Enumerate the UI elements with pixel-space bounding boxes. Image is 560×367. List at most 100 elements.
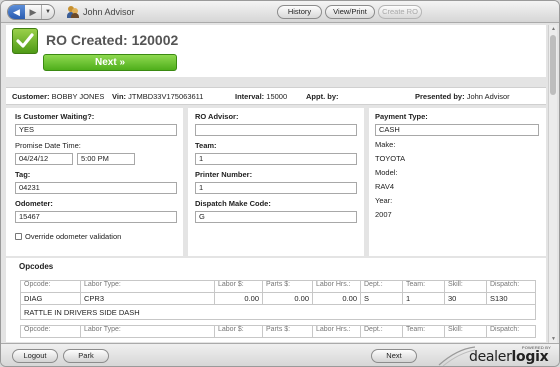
team-label: Team: <box>195 141 217 150</box>
presented-value: John Advisor <box>466 92 510 101</box>
dispatch-make-code-label: Dispatch Make Code: <box>195 199 271 208</box>
interval-value: 15000 <box>266 92 288 101</box>
dept-cell: S <box>360 292 403 305</box>
payment-type-label: Payment Type: <box>375 112 428 121</box>
history-dropdown-icon[interactable]: ▼ <box>42 5 54 19</box>
scroll-up-icon[interactable]: ▲ <box>550 26 557 32</box>
override-odometer-label: Override odometer validation <box>25 232 122 241</box>
team-cell: 1 <box>402 292 445 305</box>
team-header: Team: <box>402 280 445 293</box>
customer-info-bar: Customer: BOBBY JONES Vin: JTMBD33V17506… <box>6 87 546 105</box>
dispatch-make-code-field[interactable]: G <box>195 211 357 223</box>
opcodes-table: Opcode: Labor Type: Labor $: Parts $: La… <box>20 280 536 338</box>
parts-dollars-header: Parts $: <box>262 325 313 338</box>
dispatch-header: Dispatch: <box>486 325 536 338</box>
opcode-header: Opcode: <box>20 325 81 338</box>
customer-label: Customer: <box>12 92 50 101</box>
interval-label: Interval: <box>235 92 265 101</box>
parts-dollars-cell: 0.00 <box>262 292 313 305</box>
dispatch-cell: S130 <box>486 292 536 305</box>
middle-form-panel: RO Advisor: Team: 1 Printer Number: 1 Di… <box>188 108 364 256</box>
team-header: Team: <box>402 325 445 338</box>
ro-header: RO Created: 120002 Next » <box>6 25 546 77</box>
back-button[interactable]: ◀ <box>8 5 25 19</box>
presented-label: Presented by: <box>415 92 465 101</box>
history-button[interactable]: History <box>277 5 322 19</box>
team-field[interactable]: 1 <box>195 153 357 165</box>
labor-dollars-cell: 0.00 <box>214 292 263 305</box>
left-form-panel: Is Customer Waiting?: YES Promise Date T… <box>6 108 183 256</box>
table-row[interactable]: DIAG CPR3 0.00 0.00 0.00 S 1 30 S130 <box>20 292 536 305</box>
opcodes-section: Opcodes Opcode: Labor Type: Labor $: Par… <box>6 258 546 342</box>
customer-waiting-label: Is Customer Waiting?: <box>15 112 95 121</box>
payment-type-field[interactable]: CASH <box>375 124 539 136</box>
dealerlogix-logo: POWERED BY dealerlogix <box>438 344 553 366</box>
logout-button[interactable]: Logout <box>12 349 58 363</box>
printer-number-label: Printer Number: <box>195 170 253 179</box>
printer-number-field[interactable]: 1 <box>195 182 357 194</box>
labor-type-header: Labor Type: <box>80 280 215 293</box>
appt-label: Appt. by: <box>306 92 339 101</box>
make-value: TOYOTA <box>375 154 406 163</box>
dept-header: Dept.: <box>360 280 403 293</box>
labor-hours-header: Labor Hrs.: <box>312 325 361 338</box>
checkmark-icon <box>12 28 38 54</box>
opcode-header: Opcode: <box>20 280 81 293</box>
users-icon <box>67 6 79 18</box>
year-value: 2007 <box>375 210 392 219</box>
create-ro-button[interactable]: Create RO <box>378 5 422 19</box>
next-button[interactable]: Next » <box>43 54 177 71</box>
bottom-toolbar: Logout Park Next POWERED BY dealerlogix <box>1 343 559 366</box>
ro-advisor-label: RO Advisor: <box>195 112 239 121</box>
customer-waiting-field[interactable]: YES <box>15 124 177 136</box>
page-title: RO Created: 120002 <box>46 32 179 48</box>
odometer-field[interactable]: 15467 <box>15 211 177 223</box>
model-label: Model: <box>375 168 398 177</box>
ro-advisor-field[interactable] <box>195 124 357 136</box>
skill-header: Skill: <box>444 325 487 338</box>
brand-part-dealer: dealer <box>469 349 512 365</box>
year-label: Year: <box>375 196 393 205</box>
labor-hours-cell: 0.00 <box>312 292 361 305</box>
promise-time-field[interactable]: 5:00 PM <box>77 153 135 165</box>
right-form-panel: Payment Type: CASH Make: TOYOTA Model: R… <box>369 108 546 256</box>
skill-header: Skill: <box>444 280 487 293</box>
brand-name: dealerlogix <box>469 349 549 365</box>
user-name: John Advisor <box>83 7 135 17</box>
parts-dollars-header: Parts $: <box>262 280 313 293</box>
scroll-down-icon[interactable]: ▼ <box>550 336 557 342</box>
app-window: ◀ ▶ ▼ John Advisor History View/Print Cr… <box>0 0 560 367</box>
labor-type-cell: CPR3 <box>80 292 215 305</box>
forward-button[interactable]: ▶ <box>25 5 42 19</box>
vin-value: JTMBD33V175063611 <box>128 92 204 101</box>
tag-label: Tag: <box>15 170 31 179</box>
opcode-description: RATTLE IN DRIVERS SIDE DASH <box>20 304 536 320</box>
override-odometer-checkbox[interactable] <box>15 233 22 240</box>
vin-label: Vin: <box>112 92 127 101</box>
dept-header: Dept.: <box>360 325 403 338</box>
next-button-bottom[interactable]: Next <box>371 349 417 363</box>
nav-button-group: ◀ ▶ ▼ <box>7 4 55 20</box>
park-button[interactable]: Park <box>63 349 109 363</box>
opcode-description-row: RATTLE IN DRIVERS SIDE DASH <box>20 304 536 320</box>
skill-cell: 30 <box>444 292 487 305</box>
top-toolbar: ◀ ▶ ▼ John Advisor History View/Print Cr… <box>1 1 559 23</box>
vertical-scrollbar[interactable]: ▲ ▼ <box>548 25 557 343</box>
scrollbar-thumb[interactable] <box>550 35 556 95</box>
model-value: RAV4 <box>375 182 395 191</box>
tag-field[interactable]: 04231 <box>15 182 177 194</box>
labor-type-header: Labor Type: <box>80 325 215 338</box>
labor-hours-header: Labor Hrs.: <box>312 280 361 293</box>
odometer-label: Odometer: <box>15 199 53 208</box>
labor-dollars-header: Labor $: <box>214 280 263 293</box>
opcode-header-row-2: Opcode: Labor Type: Labor $: Parts $: La… <box>20 325 536 338</box>
promise-date-label: Promise Date Time: <box>15 141 81 150</box>
view-print-button[interactable]: View/Print <box>325 5 375 19</box>
opcode-cell: DIAG <box>20 292 81 305</box>
make-label: Make: <box>375 140 396 149</box>
opcode-header-row: Opcode: Labor Type: Labor $: Parts $: La… <box>20 280 536 293</box>
current-user: John Advisor <box>67 6 135 18</box>
promise-date-field[interactable]: 04/24/12 <box>15 153 73 165</box>
labor-dollars-header: Labor $: <box>214 325 263 338</box>
customer-value: BOBBY JONES <box>51 92 105 101</box>
